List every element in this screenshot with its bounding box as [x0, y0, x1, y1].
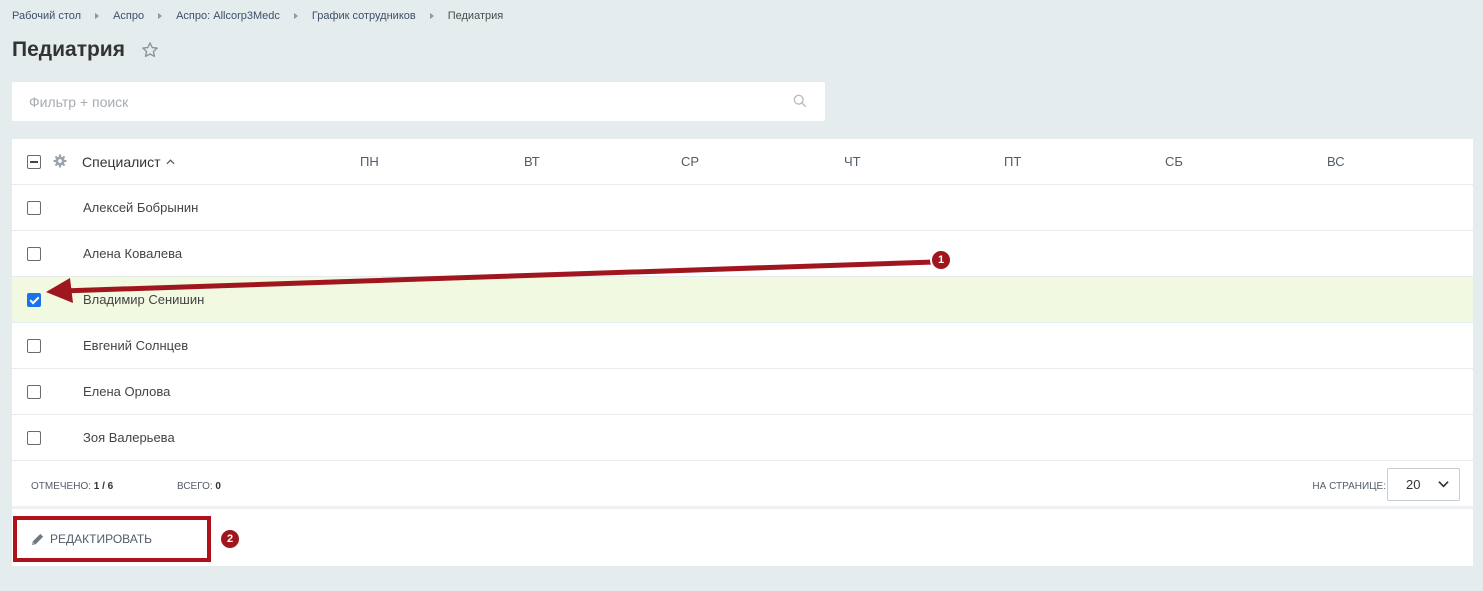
search-input[interactable] — [12, 82, 825, 121]
marked-value: 1 / 6 — [93, 481, 114, 492]
per-page-select[interactable]: 20 — [1387, 468, 1460, 501]
column-tue[interactable]: ВТ — [524, 154, 540, 169]
grid-header: Специалист ПН ВТ СР ЧТ ПТ СБ ВС — [12, 139, 1473, 185]
column-sat[interactable]: СБ — [1165, 154, 1183, 169]
column-specialist[interactable]: Специалист — [82, 154, 175, 170]
filter-search — [12, 82, 825, 121]
select-all-checkbox[interactable] — [27, 154, 41, 169]
table-row[interactable]: Владимир Сенишин — [12, 277, 1473, 323]
sort-up-icon — [165, 158, 175, 164]
total-value: 0 — [215, 481, 221, 492]
column-mon[interactable]: ПН — [360, 154, 379, 169]
row-checkbox[interactable] — [27, 292, 41, 307]
column-fri[interactable]: ПТ — [1004, 154, 1021, 169]
gear-icon[interactable] — [53, 154, 67, 168]
breadcrumb-separator-icon — [95, 13, 100, 19]
table-row[interactable]: Елена Орлова — [12, 369, 1473, 415]
column-wed[interactable]: СР — [681, 154, 699, 169]
table-row[interactable]: Евгений Солнцев — [12, 323, 1473, 369]
specialist-name: Евгений Солнцев — [83, 338, 189, 353]
annotation-badge-1: 1 — [930, 249, 952, 271]
column-sun[interactable]: ВС — [1327, 154, 1345, 169]
page-title: Педиатрия — [12, 38, 125, 61]
table-row[interactable]: Алексей Бобрынин — [12, 185, 1473, 231]
breadcrumb-separator-icon — [158, 13, 163, 19]
marked-label: ОТМЕЧЕНО: — [31, 481, 91, 492]
per-page-value: 20 — [1406, 477, 1421, 492]
search-icon[interactable] — [793, 94, 807, 108]
employees-grid: Специалист ПН ВТ СР ЧТ ПТ СБ ВС Алексей … — [12, 139, 1473, 566]
table-row[interactable]: Зоя Валерьева — [12, 415, 1473, 461]
row-checkbox[interactable] — [27, 338, 41, 353]
row-checkbox[interactable] — [27, 430, 41, 445]
specialist-name: Елена Орлова — [83, 384, 171, 399]
specialist-name: Алена Ковалева — [83, 246, 183, 261]
specialist-name: Владимир Сенишин — [83, 292, 205, 307]
row-checkbox[interactable] — [27, 200, 41, 215]
title-row: Педиатрия — [12, 38, 159, 62]
specialist-name: Зоя Валерьева — [83, 430, 175, 445]
row-checkbox[interactable] — [27, 384, 41, 399]
star-icon[interactable] — [141, 41, 159, 59]
column-specialist-label: Специалист — [82, 153, 161, 170]
breadcrumb-item-allcorp[interactable]: Аспро: Allcorp3Medc — [176, 10, 280, 22]
total-counter: ВСЕГО: 0 — [177, 481, 221, 492]
breadcrumb-separator-icon — [429, 13, 434, 19]
breadcrumb-separator-icon — [293, 13, 298, 19]
chevron-down-icon — [1438, 481, 1449, 488]
row-checkbox[interactable] — [27, 246, 41, 261]
marked-counter: ОТМЕЧЕНО: 1 / 6 — [31, 481, 113, 492]
pencil-icon — [31, 533, 44, 545]
breadcrumb: Рабочий стол Аспро Аспро: Allcorp3Medc Г… — [12, 10, 503, 22]
breadcrumb-item-current: Педиатрия — [447, 10, 504, 22]
specialist-name: Алексей Бобрынин — [83, 200, 199, 215]
breadcrumb-item-schedule[interactable]: График сотрудников — [312, 10, 416, 22]
total-label: ВСЕГО: — [177, 481, 213, 492]
breadcrumb-item-aspro[interactable]: Аспро — [113, 10, 144, 22]
edit-button-label: РЕДАКТИРОВАТЬ — [50, 532, 153, 546]
column-thu[interactable]: ЧТ — [844, 154, 861, 169]
annotation-badge-2: 2 — [219, 528, 241, 550]
edit-button[interactable]: РЕДАКТИРОВАТЬ — [13, 516, 211, 562]
per-page-label: НА СТРАНИЦЕ: — [1312, 481, 1386, 492]
grid-footer: ОТМЕЧЕНО: 1 / 6 ВСЕГО: 0 НА СТРАНИЦЕ: 20 — [12, 461, 1473, 509]
table-row[interactable]: Алена Ковалева — [12, 231, 1473, 277]
breadcrumb-item-desktop[interactable]: Рабочий стол — [12, 10, 81, 22]
